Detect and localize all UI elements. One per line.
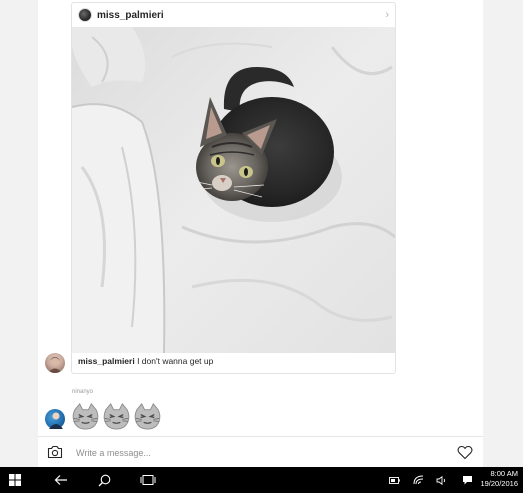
cat-emoji-icon — [103, 403, 130, 430]
battery-icon — [388, 476, 400, 484]
post-photo[interactable] — [72, 27, 395, 353]
windows-icon — [9, 474, 21, 486]
clock-time: 8:00 AM — [490, 469, 518, 478]
avatar-figure-icon — [49, 412, 63, 429]
task-view-icon — [140, 475, 156, 485]
cat-emoji-icon — [134, 403, 161, 430]
task-view-button[interactable] — [133, 467, 163, 493]
post-author-avatar[interactable] — [78, 8, 92, 22]
cat-emoji-icon — [72, 403, 99, 430]
post-caption: miss_palmieri I don't wanna get up — [78, 356, 213, 366]
post-header[interactable]: miss_palmieri › — [72, 3, 395, 27]
sender-name: ninanyo — [72, 389, 94, 395]
message-input[interactable] — [74, 442, 448, 464]
wifi-icon — [413, 475, 423, 485]
back-arrow-icon — [54, 475, 67, 485]
start-button[interactable] — [0, 467, 30, 493]
message-composer — [38, 436, 483, 467]
sender-avatar[interactable] — [45, 409, 65, 429]
notification-button[interactable] — [457, 467, 477, 493]
taskbar: 8:00 AM 19/20/2016 — [0, 467, 523, 493]
avatar-face-icon — [48, 357, 62, 373]
volume-icon — [436, 475, 445, 485]
notification-icon — [462, 476, 472, 485]
chevron-right-icon[interactable]: › — [385, 9, 389, 21]
camera-icon[interactable] — [47, 445, 63, 459]
heart-icon[interactable] — [457, 445, 473, 460]
caption-username[interactable]: miss_palmieri — [78, 356, 135, 366]
battery-button[interactable] — [384, 467, 404, 493]
clock[interactable]: 8:00 AM 19/20/2016 — [480, 469, 518, 489]
cat-photo — [72, 27, 395, 353]
shared-post-card[interactable]: miss_palmieri › miss_palmieri I don't wa… — [71, 2, 396, 374]
volume-button[interactable] — [431, 467, 451, 493]
caption-text: I don't wanna get up — [134, 356, 214, 366]
avatar[interactable] — [45, 353, 65, 373]
clock-date: 19/20/2016 — [480, 479, 518, 488]
emoji-message — [71, 402, 162, 431]
back-button[interactable] — [46, 467, 76, 493]
search-icon — [98, 474, 110, 486]
post-username[interactable]: miss_palmieri — [97, 10, 164, 21]
search-button[interactable] — [89, 467, 119, 493]
wifi-button[interactable] — [408, 467, 428, 493]
